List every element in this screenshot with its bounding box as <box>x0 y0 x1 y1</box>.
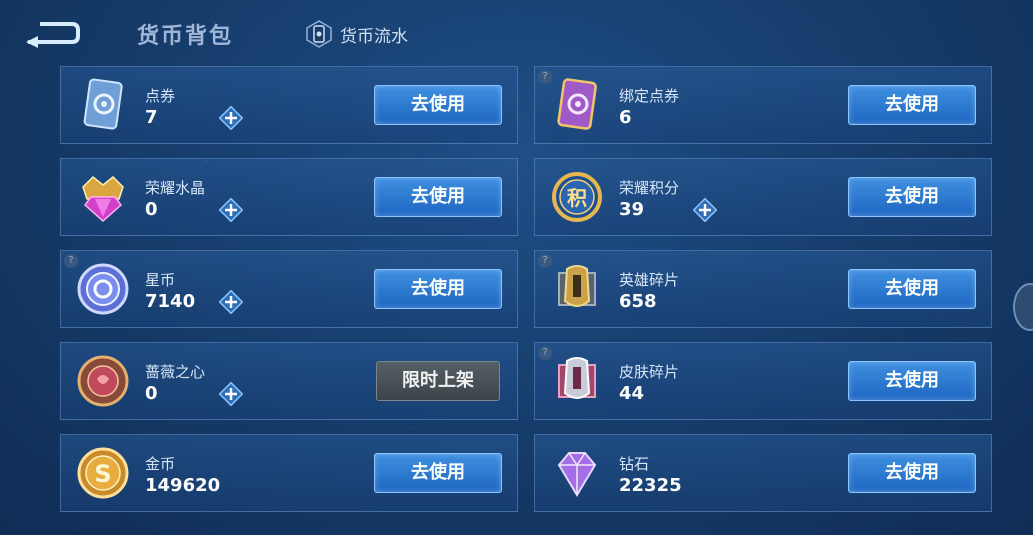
add-coupon-button[interactable] <box>218 105 244 131</box>
currency-card-gold-coin: S 金币 149620 去使用 <box>60 434 518 512</box>
glory-points-icon: 积 <box>552 172 602 222</box>
use-diamond-button[interactable]: 去使用 <box>848 453 976 493</box>
skin-fragment-icon <box>558 357 596 399</box>
currency-name: 钻石 <box>619 455 650 473</box>
currency-value: 0 <box>145 383 158 404</box>
currency-card-glory-points: 积 荣耀积分 39 去使用 <box>534 158 992 236</box>
flow-card-icon <box>306 20 332 48</box>
currency-card-coupon: 点券 7 去使用 <box>60 66 518 144</box>
currency-card-skin-fragment: ? 皮肤碎片 44 去使用 <box>534 342 992 420</box>
currency-flow-tab[interactable]: 货币流水 <box>306 20 408 48</box>
use-hero-fragment-button[interactable]: 去使用 <box>848 269 976 309</box>
currency-value: 22325 <box>619 475 682 496</box>
limited-time-button: 限时上架 <box>376 361 500 401</box>
hero-fragment-icon <box>558 265 596 307</box>
currency-value: 658 <box>619 291 657 312</box>
diamond-icon <box>557 452 597 497</box>
currency-name: 星币 <box>145 271 176 289</box>
coupon-card-icon <box>83 78 123 130</box>
currency-name: 蔷薇之心 <box>145 363 206 381</box>
add-rose-heart-button[interactable] <box>218 381 244 407</box>
use-coupon-button[interactable]: 去使用 <box>374 85 502 125</box>
gold-coin-icon: S <box>77 447 129 499</box>
currency-name: 金币 <box>145 455 176 473</box>
page-title: 货币背包 <box>137 24 234 49</box>
bound-coupon-card-icon <box>557 78 597 130</box>
add-star-coin-button[interactable] <box>218 289 244 315</box>
currency-name: 荣耀积分 <box>619 179 680 197</box>
use-gold-coin-button[interactable]: 去使用 <box>374 453 502 493</box>
currency-value: 6 <box>619 107 632 128</box>
currency-name: 绑定点券 <box>619 87 680 105</box>
currency-card-star-coin: ? 星币 7140 去使用 <box>60 250 518 328</box>
currency-flow-label: 货币流水 <box>340 26 408 47</box>
use-skin-fragment-button[interactable]: 去使用 <box>848 361 976 401</box>
currency-name: 点券 <box>145 87 176 105</box>
currency-value: 0 <box>145 199 158 220</box>
currency-card-hero-fragment: ? 英雄碎片 658 去使用 <box>534 250 992 328</box>
back-button[interactable] <box>22 16 82 50</box>
currency-value: 149620 <box>145 475 221 496</box>
currency-card-rose-heart: 蔷薇之心 0 限时上架 <box>60 342 518 420</box>
svg-text:S: S <box>94 460 111 488</box>
use-glory-points-button[interactable]: 去使用 <box>848 177 976 217</box>
currency-value: 7 <box>145 107 158 128</box>
use-glory-crystal-button[interactable]: 去使用 <box>374 177 502 217</box>
add-glory-crystal-button[interactable] <box>218 197 244 223</box>
currency-value: 44 <box>619 383 645 404</box>
add-glory-points-button[interactable] <box>692 197 718 223</box>
svg-text:积: 积 <box>567 186 587 210</box>
glory-crystal-icon <box>82 175 124 223</box>
currency-value: 39 <box>619 199 645 220</box>
currency-name: 皮肤碎片 <box>619 363 680 381</box>
star-coin-icon <box>77 263 129 315</box>
currency-name: 荣耀水晶 <box>145 179 206 197</box>
rose-heart-icon <box>77 355 129 407</box>
currency-name: 英雄碎片 <box>619 271 680 289</box>
currency-value: 7140 <box>145 291 196 312</box>
currency-card-glory-crystal: 荣耀水晶 0 去使用 <box>60 158 518 236</box>
currency-card-diamond: 钻石 22325 去使用 <box>534 434 992 512</box>
use-star-coin-button[interactable]: 去使用 <box>374 269 502 309</box>
currency-card-bound-coupon: ? 绑定点券 6 去使用 <box>534 66 992 144</box>
use-bound-coupon-button[interactable]: 去使用 <box>848 85 976 125</box>
back-arrow-icon <box>26 22 80 48</box>
